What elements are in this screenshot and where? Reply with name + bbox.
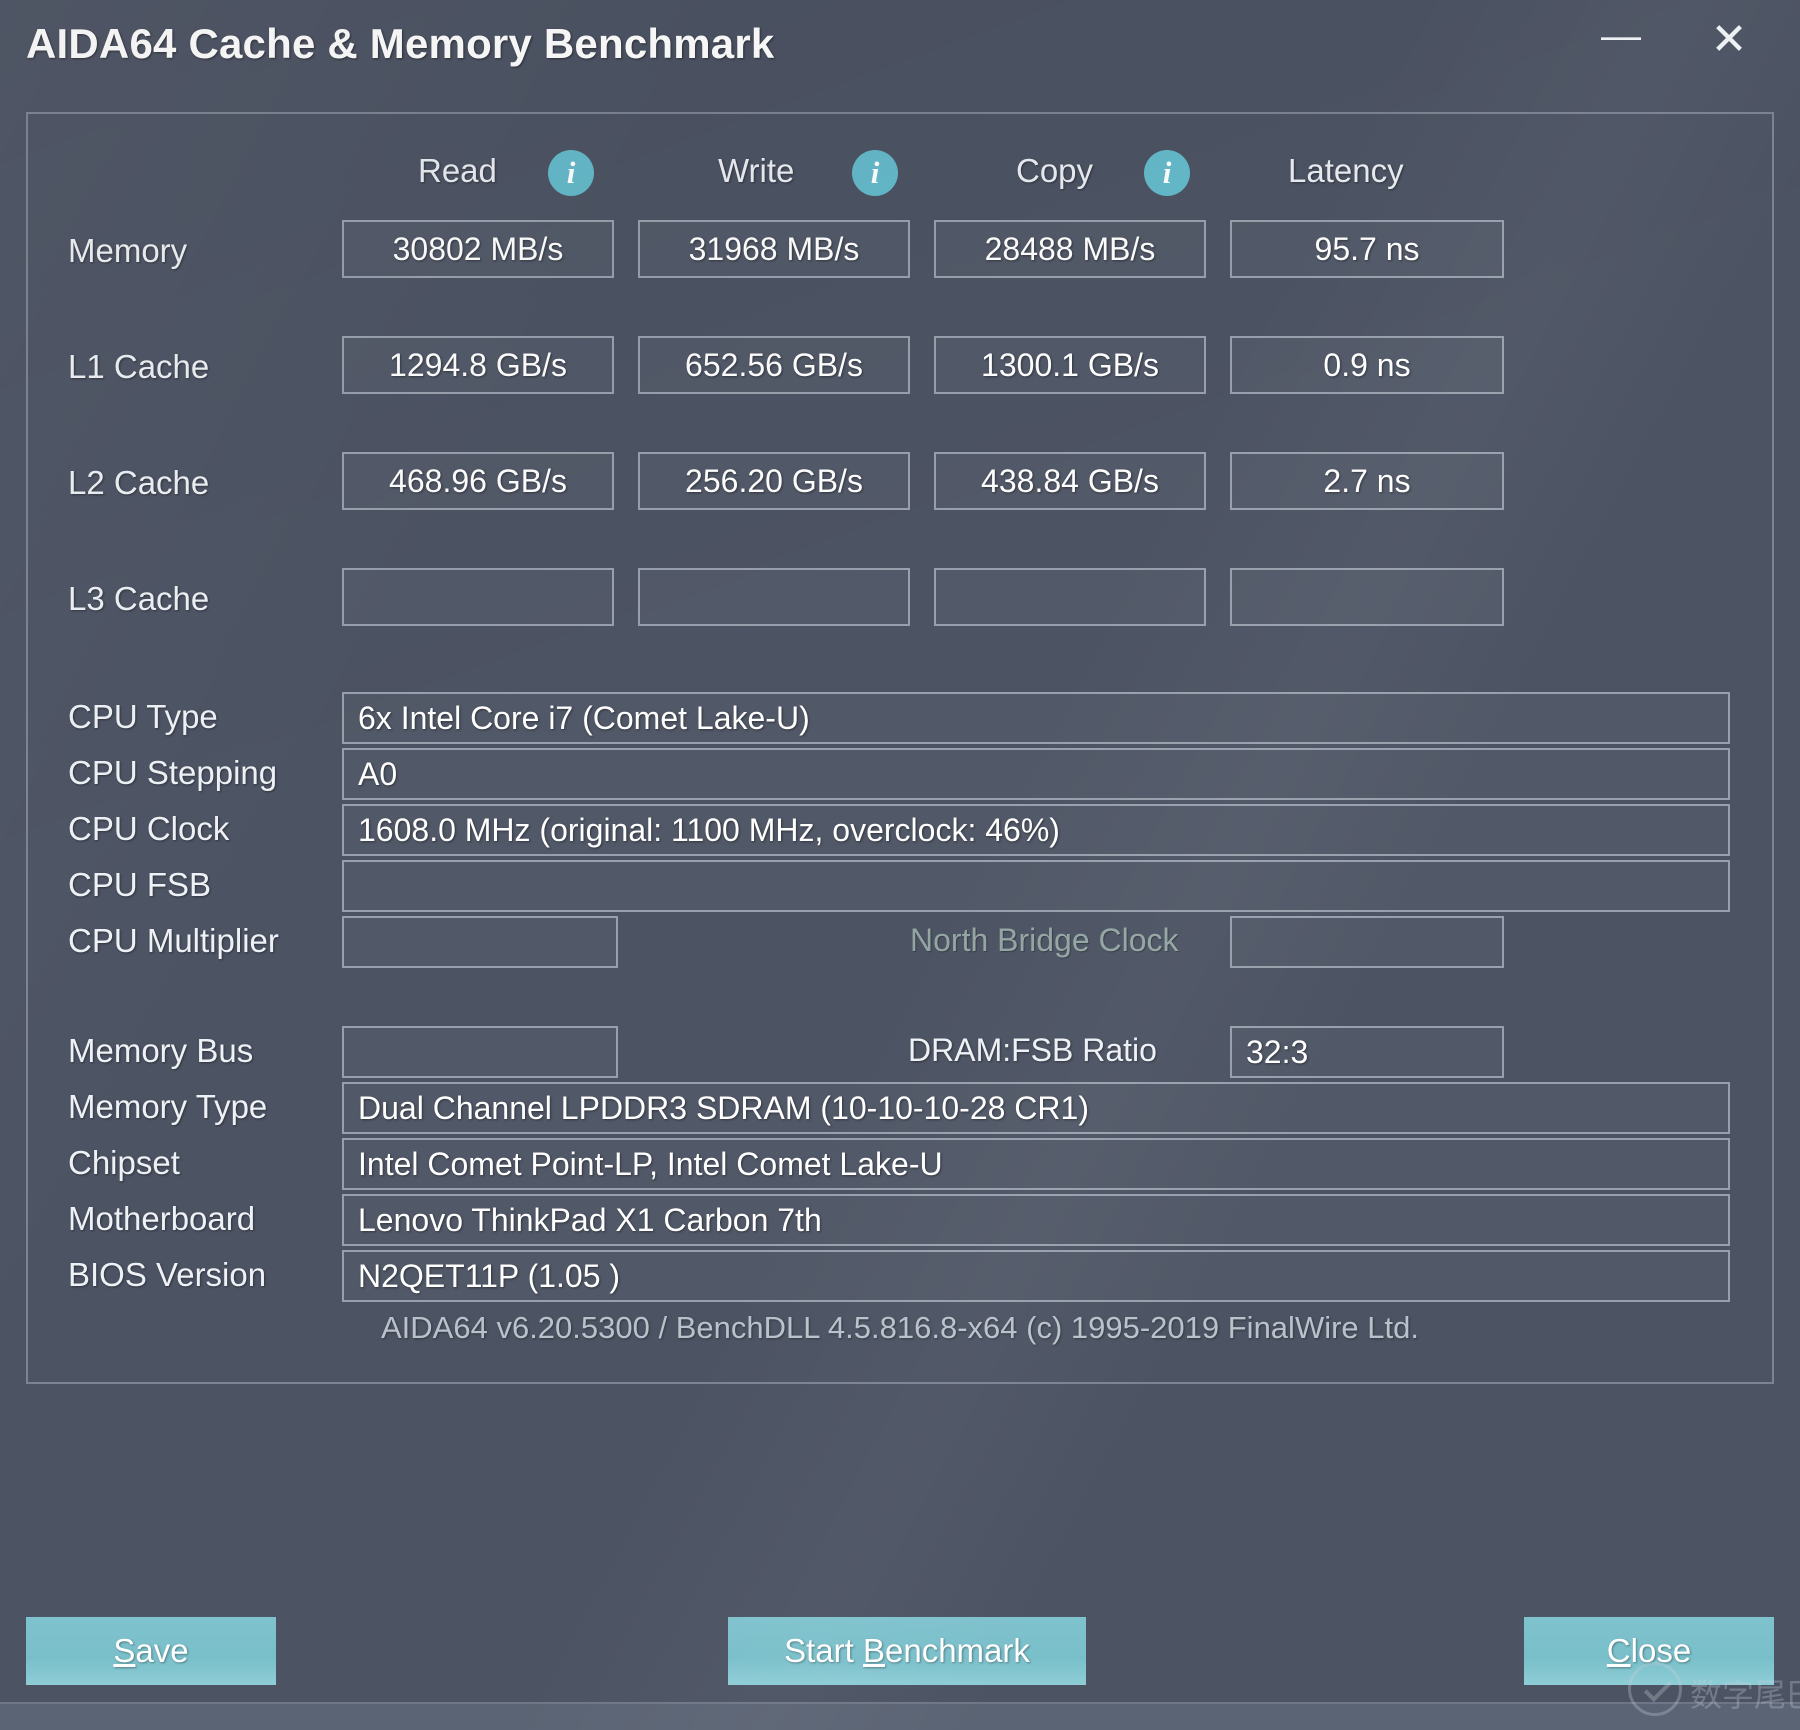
save-accelerator: S: [113, 1632, 135, 1669]
value-north-bridge-clock: [1230, 916, 1504, 968]
title-bar: AIDA64 Cache & Memory Benchmark — ✕: [0, 0, 1800, 100]
row-label-l2-cache: L2 Cache: [68, 464, 209, 502]
close-button[interactable]: Close: [1524, 1617, 1774, 1685]
write-info-icon[interactable]: i: [852, 150, 898, 196]
close-accelerator: C: [1607, 1632, 1631, 1669]
start-label-post: enchmark: [885, 1632, 1030, 1669]
row-label-l3-cache: L3 Cache: [68, 580, 209, 618]
benchmark-column-headers: Read i Write i Copy i Latency: [28, 152, 1772, 208]
label-bios-version: BIOS Version: [68, 1256, 266, 1294]
value-bios-version: N2QET11P (1.05 ): [342, 1250, 1730, 1302]
column-header-write: Write: [718, 152, 794, 190]
label-cpu-type: CPU Type: [68, 698, 218, 736]
value-memory-type: Dual Channel LPDDR3 SDRAM (10-10-10-28 C…: [342, 1082, 1730, 1134]
value-motherboard: Lenovo ThinkPad X1 Carbon 7th: [342, 1194, 1730, 1246]
copy-info-icon[interactable]: i: [1144, 150, 1190, 196]
memory-write-cell: 31968 MB/s: [638, 220, 910, 278]
value-cpu-type: 6x Intel Core i7 (Comet Lake-U): [342, 692, 1730, 744]
minimize-button[interactable]: —: [1584, 8, 1658, 72]
value-memory-bus: [342, 1026, 618, 1078]
l2-latency-cell: 2.7 ns: [1230, 452, 1504, 510]
memory-latency-cell: 95.7 ns: [1230, 220, 1504, 278]
label-dram-fsb-ratio: DRAM:FSB Ratio: [908, 1032, 1157, 1069]
save-button[interactable]: Save: [26, 1617, 276, 1685]
memory-read-cell: 30802 MB/s: [342, 220, 614, 278]
l2-write-cell: 256.20 GB/s: [638, 452, 910, 510]
label-memory-type: Memory Type: [68, 1088, 267, 1126]
l1-read-cell: 1294.8 GB/s: [342, 336, 614, 394]
label-chipset: Chipset: [68, 1144, 180, 1182]
value-chipset: Intel Comet Point-LP, Intel Comet Lake-U: [342, 1138, 1730, 1190]
value-dram-fsb-ratio: 32:3: [1230, 1026, 1504, 1078]
column-header-read: Read: [418, 152, 497, 190]
credits-text: AIDA64 v6.20.5300 / BenchDLL 4.5.816.8-x…: [28, 1310, 1772, 1346]
start-accelerator: B: [863, 1632, 885, 1669]
value-cpu-clock: 1608.0 MHz (original: 1100 MHz, overcloc…: [342, 804, 1730, 856]
close-label: lose: [1631, 1632, 1692, 1669]
close-icon: ✕: [1711, 15, 1748, 64]
save-label: ave: [135, 1632, 188, 1669]
row-label-memory: Memory: [68, 232, 187, 270]
label-cpu-multiplier: CPU Multiplier: [68, 922, 279, 960]
memory-copy-cell: 28488 MB/s: [934, 220, 1206, 278]
start-benchmark-button[interactable]: Start Benchmark: [728, 1617, 1086, 1685]
bottom-strip: [0, 1702, 1800, 1730]
column-header-latency: Latency: [1288, 152, 1404, 190]
label-motherboard: Motherboard: [68, 1200, 255, 1238]
l3-write-cell: [638, 568, 910, 626]
l1-write-cell: 652.56 GB/s: [638, 336, 910, 394]
column-header-copy: Copy: [1016, 152, 1093, 190]
label-memory-bus: Memory Bus: [68, 1032, 253, 1070]
window-title: AIDA64 Cache & Memory Benchmark: [26, 20, 774, 68]
read-info-icon[interactable]: i: [548, 150, 594, 196]
l3-latency-cell: [1230, 568, 1504, 626]
l1-latency-cell: 0.9 ns: [1230, 336, 1504, 394]
l3-copy-cell: [934, 568, 1206, 626]
label-cpu-stepping: CPU Stepping: [68, 754, 277, 792]
start-label-pre: Start: [784, 1632, 863, 1669]
l2-copy-cell: 438.84 GB/s: [934, 452, 1206, 510]
main-panel: Read i Write i Copy i Latency Memory 308…: [26, 112, 1774, 1384]
value-cpu-fsb: [342, 860, 1730, 912]
minimize-icon: —: [1584, 4, 1658, 68]
l1-copy-cell: 1300.1 GB/s: [934, 336, 1206, 394]
value-cpu-stepping: A0: [342, 748, 1730, 800]
label-north-bridge-clock: North Bridge Clock: [910, 922, 1179, 959]
value-cpu-multiplier: [342, 916, 618, 968]
l2-read-cell: 468.96 GB/s: [342, 452, 614, 510]
row-label-l1-cache: L1 Cache: [68, 348, 209, 386]
label-cpu-fsb: CPU FSB: [68, 866, 211, 904]
close-window-button[interactable]: ✕: [1692, 8, 1766, 72]
label-cpu-clock: CPU Clock: [68, 810, 229, 848]
l3-read-cell: [342, 568, 614, 626]
